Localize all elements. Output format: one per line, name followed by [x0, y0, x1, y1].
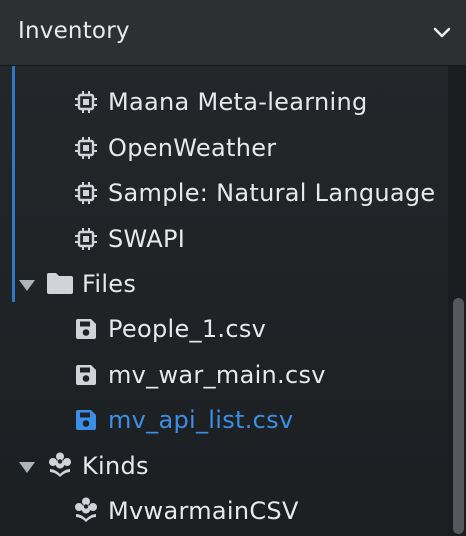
tree-group-kinds[interactable]: Kinds — [0, 446, 448, 486]
inventory-header[interactable]: Inventory — [0, 0, 466, 66]
tree-group-label: Kinds — [82, 452, 149, 480]
expand-arrow-icon[interactable] — [18, 278, 36, 292]
folder-icon — [47, 273, 73, 294]
floppy-disk-icon — [76, 410, 96, 430]
tree-item-file[interactable]: mv_war_main.csv — [0, 355, 448, 395]
tree-item-label: OpenWeather — [108, 134, 277, 162]
chip-icon — [75, 91, 97, 113]
tree-item-file-selected[interactable]: mv_api_list.csv — [0, 400, 448, 440]
tree-item-kind[interactable]: MvwarmainCSV — [0, 491, 448, 531]
tree-item-label: SWAPI — [108, 225, 186, 253]
floppy-disk-icon — [76, 319, 96, 339]
tree-item-label: mv_war_main.csv — [108, 361, 326, 389]
tree-group-files[interactable]: Files — [0, 264, 448, 304]
chevron-down-icon[interactable] — [431, 22, 453, 44]
tree-item-label: mv_api_list.csv — [108, 406, 294, 434]
tree-item-label: People_1.csv — [108, 315, 267, 343]
chip-icon — [75, 137, 97, 159]
expand-arrow-icon[interactable] — [18, 460, 36, 474]
floppy-disk-icon — [76, 365, 96, 385]
header-title: Inventory — [18, 18, 130, 44]
tree-item-label: Sample: Natural Language — [108, 179, 436, 207]
chip-icon — [75, 182, 97, 204]
tree-item-service[interactable]: Sample: Natural Language — [0, 173, 448, 213]
flower-icon — [75, 497, 97, 522]
inventory-tree-panel: Maana Meta-learning OpenWeather Sample: … — [0, 66, 466, 536]
tree-item-service[interactable]: Maana Meta-learning — [0, 82, 448, 122]
tree-item-label: Maana Meta-learning — [108, 88, 368, 116]
flower-icon — [49, 452, 71, 477]
chip-icon — [75, 228, 97, 250]
tree-item-file[interactable]: People_1.csv — [0, 309, 448, 349]
tree-group-label: Files — [82, 270, 137, 298]
tree-item-label: MvwarmainCSV — [108, 497, 299, 525]
tree-item-service[interactable]: SWAPI — [0, 219, 448, 259]
tree-item-service[interactable]: OpenWeather — [0, 128, 448, 168]
scrollbar-thumb[interactable] — [453, 298, 464, 534]
